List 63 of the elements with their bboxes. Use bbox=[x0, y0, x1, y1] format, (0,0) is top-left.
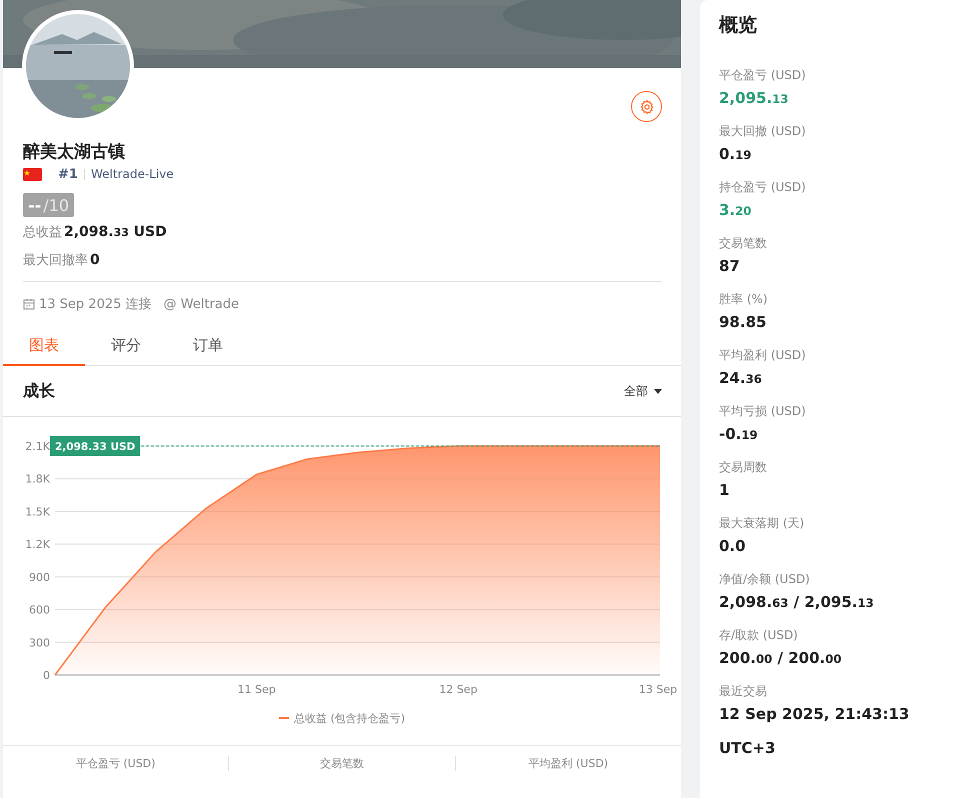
stat-value: 87 bbox=[719, 256, 741, 277]
stat-label: 平均盈利 (USD) bbox=[454, 756, 681, 771]
stat-value: 0.19 bbox=[719, 144, 752, 165]
annotation: 2,098.33 USD bbox=[55, 441, 136, 453]
axis-label: 1.5K bbox=[25, 505, 50, 518]
axis-label: 12 Sep bbox=[439, 683, 478, 696]
stat-value: 2,098.63 / 2,095.13 bbox=[719, 592, 875, 613]
stat-label: 净值/余额 (USD) bbox=[719, 571, 811, 588]
legend-marker bbox=[278, 717, 289, 719]
axis-label: 1.2K bbox=[25, 538, 50, 552]
stat-label: 平仓盈亏 (USD) bbox=[74, 756, 156, 771]
score-badge: --/10 bbox=[23, 193, 74, 217]
stat-label: 平均盈利 (USD) bbox=[719, 347, 807, 364]
settings-icon bbox=[638, 98, 654, 114]
tab[interactable]: 订单 bbox=[167, 326, 249, 366]
broker-name: @ Weltrade bbox=[164, 296, 240, 312]
axis-label: 1.8K bbox=[25, 472, 50, 486]
panel-title: 概览 bbox=[719, 13, 758, 38]
server-name: Weltrade-Live bbox=[90, 167, 174, 181]
stat-label: 最大回撤 (USD) bbox=[719, 123, 807, 140]
flag-icon bbox=[23, 168, 42, 180]
stat-label: 平仓盈亏 (USD) bbox=[719, 67, 807, 84]
caret-icon bbox=[654, 388, 662, 394]
stat-value: 12 Sep 2025, 21:43:13 bbox=[719, 704, 910, 725]
stat-label: 最大衰落期 (天) bbox=[719, 515, 806, 532]
axis-label: 11 Sep bbox=[238, 683, 276, 696]
trader-name: 醉美太湖古镇 bbox=[23, 141, 126, 164]
stat-label: 最近交易 bbox=[719, 683, 768, 700]
axis-label: 2.1K bbox=[25, 440, 50, 453]
stat-label: 交易笔数 bbox=[719, 235, 768, 252]
axis-label: 0 bbox=[43, 669, 50, 682]
legend-label: 总收益 (包含持仓盈亏) bbox=[294, 710, 406, 726]
section-title: 成长 bbox=[23, 380, 55, 402]
stat-label: 交易周数 bbox=[719, 459, 768, 476]
stat-value: 2,098.33 USD bbox=[64, 224, 167, 240]
settings-button[interactable] bbox=[631, 91, 662, 122]
value-tag: 2,098.33 USD bbox=[50, 436, 140, 456]
stat-value: -0.19 bbox=[719, 424, 759, 445]
tab[interactable]: 评分 bbox=[85, 326, 167, 366]
stat-label: 交易笔数 bbox=[228, 756, 455, 771]
stat-label: 持仓盈亏 (USD) bbox=[719, 179, 807, 196]
stat-value: 1 bbox=[719, 480, 730, 501]
stat-label: 总收益 bbox=[23, 224, 62, 241]
axis-label: 900 bbox=[29, 570, 50, 584]
stat-value: 3.20 bbox=[719, 200, 752, 221]
stat-value: 0 bbox=[90, 252, 100, 268]
stat-label: 存/取款 (USD) bbox=[719, 627, 799, 644]
axis-label: 300 bbox=[29, 636, 50, 650]
axis-label: 13 Sep bbox=[638, 683, 678, 696]
stat-value: 0.0 bbox=[719, 536, 747, 557]
calendar-icon bbox=[23, 298, 35, 310]
stat-label: 平均亏损 (USD) bbox=[719, 403, 807, 420]
stat-value: 24.36 bbox=[719, 368, 763, 389]
stat-value: 200.00 / 200.00 bbox=[719, 648, 842, 669]
connected-date: 13 Sep 2025 连接 bbox=[39, 296, 152, 313]
range-dropdown[interactable]: 全部 bbox=[624, 382, 662, 400]
stat-label: 胜率 (%) bbox=[719, 291, 769, 308]
rank: #1 bbox=[58, 166, 78, 182]
stat-value: 98.85 bbox=[719, 312, 768, 333]
stat-label: 最大回撤率 bbox=[23, 252, 88, 269]
stat-value: 2,095.13 bbox=[719, 88, 790, 109]
axis-label: 600 bbox=[29, 604, 50, 617]
stat-value: UTC+3 bbox=[719, 738, 776, 759]
